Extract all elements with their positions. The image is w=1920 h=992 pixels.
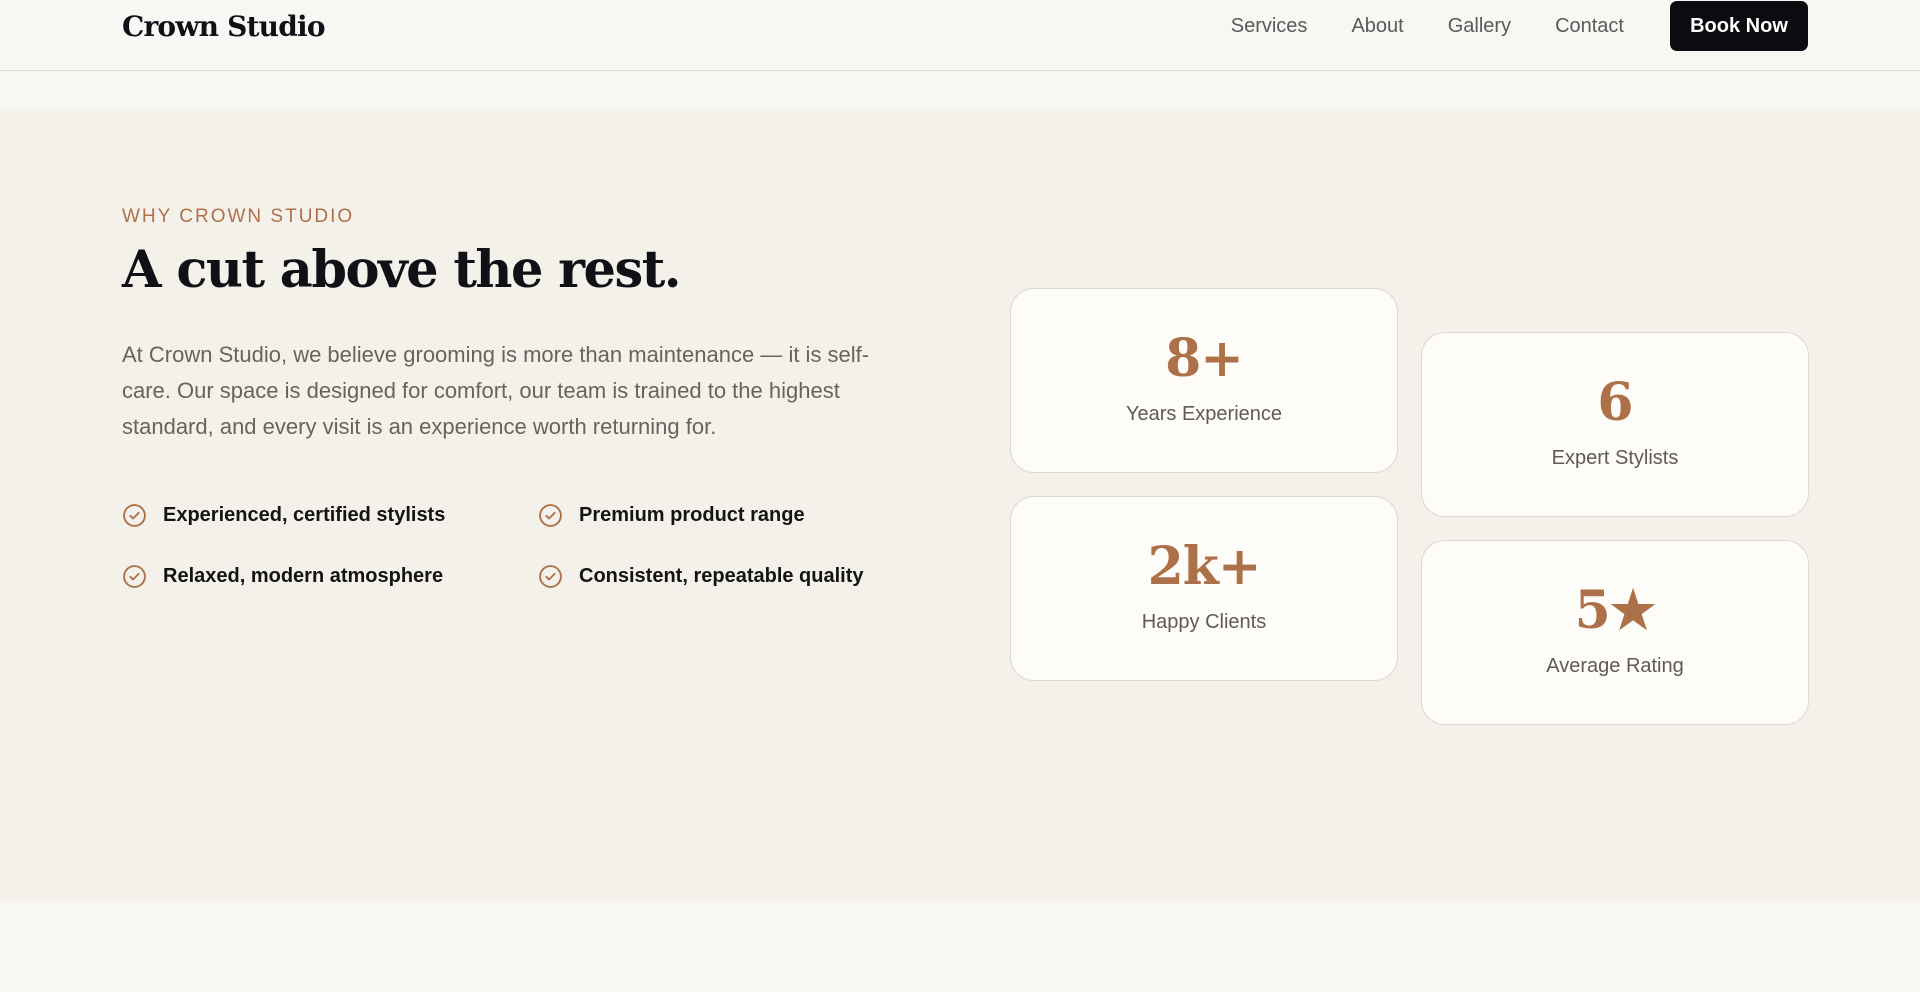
stat-label: Average Rating bbox=[1546, 655, 1684, 677]
stat-label: Happy Clients bbox=[1141, 611, 1267, 633]
site-header: Crown Studio Services About Gallery Cont… bbox=[0, 0, 1920, 71]
main-nav: Services About Gallery Contact bbox=[1231, 15, 1624, 38]
feature-item: Premium product range bbox=[538, 497, 882, 534]
feature-label: Consistent, repeatable quality bbox=[579, 565, 864, 587]
stat-label: Years Experience bbox=[1125, 403, 1283, 425]
stat-card-experience: 8+ Years Experience bbox=[1010, 288, 1398, 473]
check-circle-icon bbox=[539, 565, 562, 588]
section-eyebrow: WHY CROWN STUDIO bbox=[122, 206, 355, 227]
stat-card-rating: 5★ Average Rating bbox=[1421, 540, 1809, 725]
nav-link-contact[interactable]: Contact bbox=[1555, 15, 1624, 38]
feature-item: Relaxed, modern atmosphere bbox=[122, 558, 538, 595]
feature-list: Experienced, certified stylists Premium … bbox=[122, 497, 882, 595]
nav-link-about[interactable]: About bbox=[1351, 15, 1403, 38]
stat-card-clients: 2k+ Happy Clients bbox=[1010, 496, 1398, 681]
stat-value: 6 bbox=[1597, 372, 1633, 433]
check-circle-icon bbox=[123, 504, 146, 527]
check-circle-icon bbox=[539, 504, 562, 527]
section-description: At Crown Studio, we believe grooming is … bbox=[122, 342, 870, 439]
feature-label: Relaxed, modern atmosphere bbox=[163, 565, 444, 587]
brand-logo[interactable]: Crown Studio bbox=[122, 10, 326, 43]
stat-value: 8+ bbox=[1165, 328, 1244, 389]
section-headline: A cut above the rest. bbox=[122, 240, 682, 300]
stat-value: 2k+ bbox=[1147, 536, 1262, 597]
stat-label: Expert Stylists bbox=[1551, 447, 1679, 469]
feature-item: Experienced, certified stylists bbox=[122, 497, 538, 534]
check-circle-icon bbox=[123, 565, 146, 588]
book-now-button[interactable]: Book Now bbox=[1670, 1, 1808, 51]
stat-card-stylists: 6 Expert Stylists bbox=[1421, 332, 1809, 517]
nav-link-gallery[interactable]: Gallery bbox=[1448, 15, 1511, 38]
feature-item: Consistent, repeatable quality bbox=[538, 558, 882, 595]
feature-label: Premium product range bbox=[579, 504, 805, 526]
stat-value: 5★ bbox=[1574, 580, 1657, 641]
nav-link-services[interactable]: Services bbox=[1231, 15, 1308, 38]
feature-label: Experienced, certified stylists bbox=[163, 504, 446, 526]
